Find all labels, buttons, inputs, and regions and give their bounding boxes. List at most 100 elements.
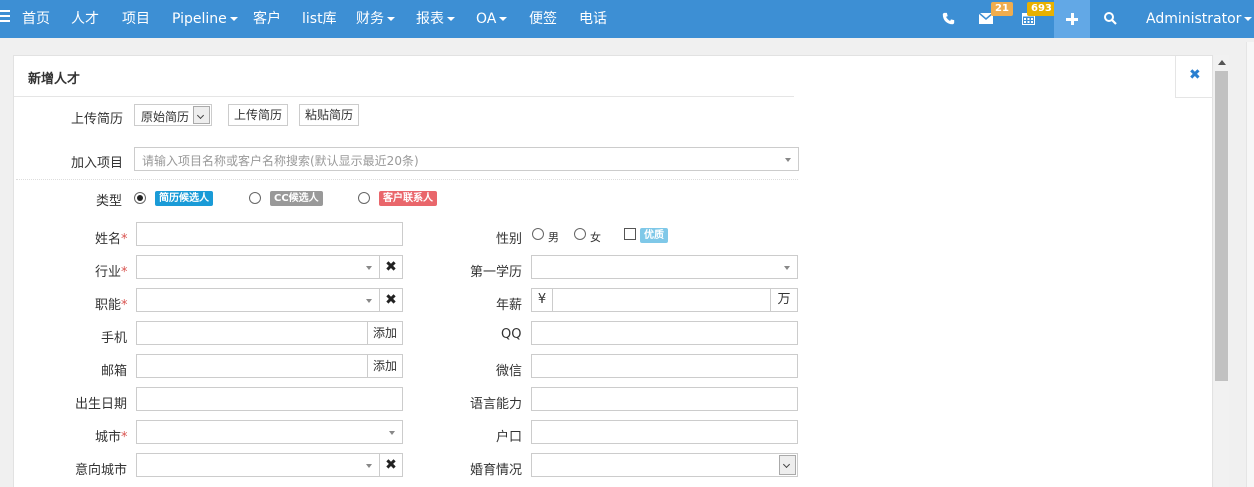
name-label-text: 姓名 — [95, 232, 122, 247]
nav-item-home[interactable]: 首页 — [22, 0, 50, 38]
salary-unit-addon: 万 — [770, 288, 798, 312]
required-marker: * — [121, 265, 128, 280]
function-label-text: 职能 — [95, 298, 122, 313]
scroll-up-arrow-icon[interactable] — [1218, 60, 1226, 65]
type-tag-client-contact: 客户联系人 — [379, 191, 437, 206]
nav-item-label: 客户 — [253, 11, 281, 27]
gender-male-label: 男 — [548, 231, 559, 244]
nav-item-clients[interactable]: 客户 — [253, 0, 281, 38]
caret-down-icon — [447, 17, 455, 21]
top-nav-bar: 首页 人才 项目 Pipeline 客户 list库 财务 报表 OA 便签 电… — [0, 0, 1254, 38]
required-marker: * — [121, 298, 128, 313]
nav-item-label: 财务 — [356, 11, 384, 27]
name-input[interactable] — [136, 222, 403, 246]
industry-select[interactable] — [136, 255, 380, 279]
plus-icon-stroke — [1070, 13, 1074, 25]
city-label: 城市* — [95, 426, 128, 445]
nav-item-label: 项目 — [122, 11, 150, 27]
menu-icon[interactable] — [0, 10, 10, 26]
panel-title: 新增人才 — [28, 72, 81, 87]
name-label: 姓名* — [95, 228, 128, 247]
gender-radio-male[interactable] — [532, 228, 544, 240]
salary-input[interactable] — [552, 288, 771, 312]
wechat-label: 微信 — [496, 364, 523, 379]
title-divider — [14, 96, 794, 97]
nav-item-list[interactable]: list库 — [302, 0, 337, 38]
upload-resume-label: 上传简历 — [71, 112, 124, 127]
search-icon[interactable] — [1090, 0, 1130, 38]
marital-select[interactable] — [531, 453, 798, 477]
target-city-select[interactable] — [136, 453, 380, 477]
nav-item-notes[interactable]: 便签 — [529, 0, 557, 38]
user-name: Administrator — [1146, 11, 1242, 27]
upload-resume-button[interactable]: 上传简历 — [228, 104, 289, 126]
add-new-button[interactable] — [1054, 0, 1090, 38]
nav-item-reports[interactable]: 报表 — [416, 0, 455, 38]
user-menu[interactable]: Administrator — [1146, 0, 1253, 38]
type-radio-resume[interactable] — [134, 192, 146, 204]
close-icon: ✖ — [1189, 67, 1201, 83]
marital-label: 婚育情况 — [470, 463, 523, 478]
type-radio-cc[interactable] — [249, 192, 261, 204]
birthday-input[interactable] — [136, 387, 403, 411]
language-input[interactable] — [531, 387, 798, 411]
birthday-label: 出生日期 — [75, 397, 128, 412]
education-select[interactable] — [531, 255, 798, 279]
nav-item-label: 便签 — [529, 11, 557, 27]
email-label: 邮箱 — [101, 364, 128, 379]
nav-item-label: OA — [476, 11, 497, 27]
nav-item-projects[interactable]: 项目 — [122, 0, 150, 38]
paste-resume-button[interactable]: 粘贴简历 — [299, 104, 360, 126]
mobile-input[interactable] — [136, 321, 368, 345]
excellent-tag: 优质 — [640, 228, 668, 243]
function-select[interactable] — [136, 288, 380, 312]
nav-item-talent[interactable]: 人才 — [71, 0, 99, 38]
project-search-select[interactable]: 请输入项目名称或客户名称搜索(默认显示最近20条) — [134, 147, 799, 171]
new-talent-panel: 新增人才 ✖ 上传简历 原始简历 上传简历 粘贴简历 加入项目 请输入项目名称或… — [13, 55, 1213, 487]
nav-item-pipeline[interactable]: Pipeline — [172, 0, 238, 38]
caret-down-icon — [366, 299, 372, 303]
section-divider — [16, 179, 798, 180]
resume-type-value: 原始简历 — [141, 110, 190, 124]
page-scrollbar[interactable] — [1246, 42, 1254, 487]
caret-down-icon — [784, 266, 790, 270]
nav-item-phone[interactable]: 电话 — [579, 0, 607, 38]
add-email-button[interactable]: 添加 — [367, 354, 404, 378]
add-mobile-button[interactable]: 添加 — [367, 321, 404, 345]
wechat-input[interactable] — [531, 354, 798, 378]
nav-item-label: 报表 — [416, 11, 444, 27]
language-label: 语言能力 — [470, 397, 523, 412]
close-button[interactable]: ✖ — [1175, 56, 1213, 98]
gender-label: 性别 — [496, 232, 523, 247]
industry-label-text: 行业 — [95, 265, 122, 280]
excellent-checkbox[interactable] — [624, 228, 636, 240]
join-project-label: 加入项目 — [71, 156, 124, 171]
target-city-label: 意向城市 — [75, 463, 128, 478]
gender-female-label: 女 — [590, 231, 601, 244]
clear-function-button[interactable]: ✖ — [379, 288, 403, 312]
gender-radio-female[interactable] — [574, 228, 586, 240]
qq-input[interactable] — [531, 321, 798, 345]
nav-item-finance[interactable]: 财务 — [356, 0, 395, 38]
caret-down-icon — [366, 266, 372, 270]
city-select[interactable] — [136, 420, 403, 444]
email-input[interactable] — [136, 354, 368, 378]
industry-label: 行业* — [95, 261, 128, 280]
caret-down-icon — [389, 431, 395, 435]
hukou-input[interactable] — [531, 420, 798, 444]
panel-scrollbar-thumb[interactable] — [1215, 71, 1228, 381]
nav-item-label: 人才 — [71, 11, 99, 27]
project-search-placeholder: 请输入项目名称或客户名称搜索(默认显示最近20条) — [142, 154, 419, 168]
required-marker: * — [121, 232, 128, 247]
clear-industry-button[interactable]: ✖ — [379, 255, 403, 279]
type-tag-resume-candidate: 简历候选人 — [155, 191, 213, 206]
caret-down-icon — [366, 464, 372, 468]
clear-target-city-button[interactable]: ✖ — [379, 453, 403, 477]
salary-label: 年薪 — [496, 298, 523, 313]
nav-item-oa[interactable]: OA — [476, 0, 508, 38]
qq-label: QQ — [501, 327, 522, 342]
phone-icon[interactable] — [928, 0, 968, 38]
select-arrow — [779, 455, 796, 475]
type-radio-client[interactable] — [358, 192, 370, 204]
resume-type-select[interactable]: 原始简历 — [134, 104, 212, 126]
